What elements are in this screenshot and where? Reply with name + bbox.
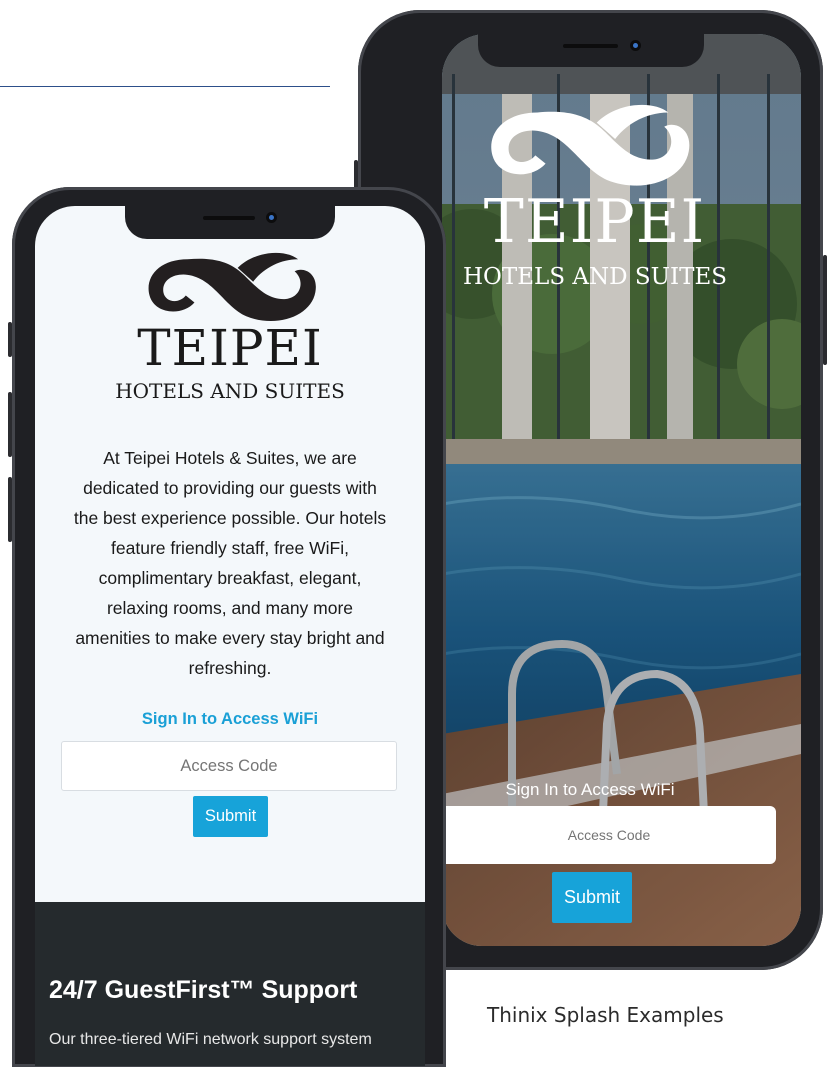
teipei-swirl-logo-icon <box>491 104 690 186</box>
support-text: Our three-tiered WiFi network support sy… <box>49 1031 372 1048</box>
divider-line <box>0 86 330 87</box>
brand-subtitle: HOTELS AND SUITES <box>115 379 345 403</box>
teipei-swirl-logo-icon <box>148 252 316 322</box>
phone-side-button <box>354 160 358 190</box>
brand-subtitle: HOTELS AND SUITES <box>463 264 727 290</box>
access-code-input[interactable] <box>442 806 776 864</box>
caption: Thinix Splash Examples <box>487 1003 724 1027</box>
brand-name: TEIPEI <box>137 319 323 377</box>
access-code-input[interactable] <box>61 741 397 791</box>
speaker-grille <box>203 216 255 220</box>
signin-label: Sign In to Access WiFi <box>141 710 319 728</box>
phone-side-button <box>823 255 827 365</box>
speaker-grille <box>563 44 618 48</box>
brand-name: TEIPEI <box>483 187 706 257</box>
phone-side-button <box>8 322 12 357</box>
front-camera <box>266 212 277 223</box>
phone-side-button <box>8 477 12 542</box>
signin-label: Sign In to Access WiFi <box>505 780 675 799</box>
phone-side-button <box>8 392 12 457</box>
phone-notch <box>478 34 704 67</box>
support-title: 24/7 GuestFirst™ Support <box>49 976 358 1004</box>
submit-button[interactable]: Submit <box>193 796 268 837</box>
submit-button[interactable]: Submit <box>552 872 632 923</box>
phone-notch <box>125 206 335 239</box>
hotel-description: At Teipei Hotels & Suites, we are dedica… <box>73 448 387 678</box>
front-camera <box>630 40 641 51</box>
